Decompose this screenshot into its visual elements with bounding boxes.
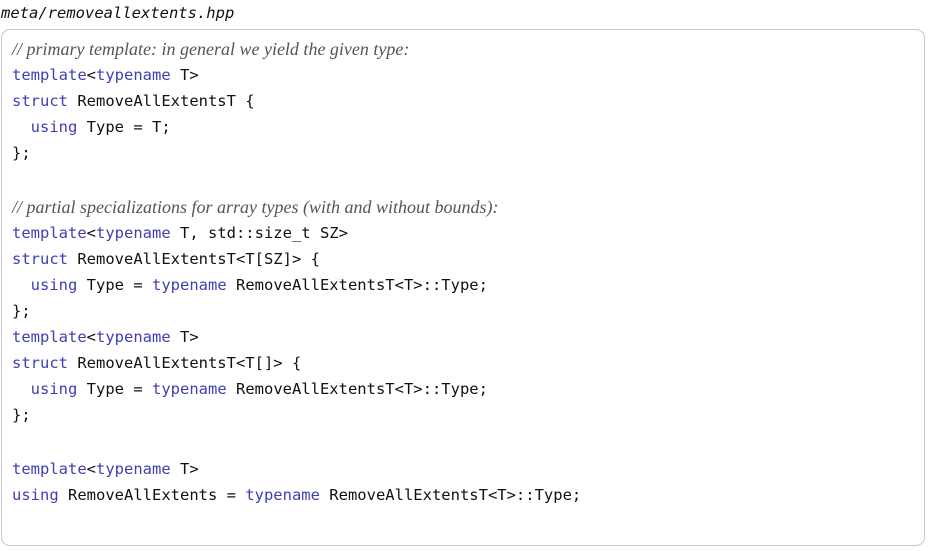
code-text: }; bbox=[12, 144, 31, 162]
code-keyword: template bbox=[12, 460, 87, 478]
code-line: template<typename T> bbox=[12, 456, 924, 482]
code-text: Type = T; bbox=[77, 118, 171, 136]
code-keyword: template bbox=[12, 66, 87, 84]
code-line: template<typename T> bbox=[12, 62, 924, 88]
code-line: struct RemoveAllExtentsT<T[SZ]> { bbox=[12, 246, 924, 272]
code-keyword: using bbox=[30, 118, 78, 136]
code-text: RemoveAllExtentsT { bbox=[68, 92, 255, 110]
code-keyword: template bbox=[12, 224, 87, 242]
code-comment: // partial specializations for array typ… bbox=[12, 197, 499, 217]
code-text: }; bbox=[12, 406, 31, 424]
code-line: }; bbox=[12, 402, 924, 428]
file-name: meta/removeallextents.hpp bbox=[1, 4, 235, 22]
code-text: RemoveAllExtentsT<T[]> { bbox=[68, 354, 302, 372]
code-text: T, std::size_t SZ> bbox=[170, 224, 348, 242]
code-keyword: typename bbox=[96, 460, 171, 478]
code-text: RemoveAllExtentsT<T[SZ]> { bbox=[68, 250, 320, 268]
code-keyword: typename bbox=[245, 486, 320, 504]
code-line: template<typename T> bbox=[12, 324, 924, 350]
code-text: Type = bbox=[77, 380, 152, 398]
code-line: using RemoveAllExtents = typename Remove… bbox=[12, 482, 924, 508]
code-line: struct RemoveAllExtentsT { bbox=[12, 88, 924, 114]
code-keyword: typename bbox=[96, 328, 171, 346]
code-comment: // primary template: in general we yield… bbox=[12, 39, 410, 59]
code-keyword: typename bbox=[152, 276, 227, 294]
code-text: Type = bbox=[77, 276, 152, 294]
code-text: T> bbox=[170, 66, 199, 84]
code-line: using Type = T; bbox=[12, 114, 924, 140]
code-keyword: typename bbox=[96, 66, 171, 84]
code-line: }; bbox=[12, 140, 924, 166]
code-keyword: using bbox=[30, 276, 78, 294]
code-text: RemoveAllExtents = bbox=[58, 486, 246, 504]
code-text: < bbox=[86, 460, 96, 478]
code-text: T> bbox=[170, 460, 199, 478]
code-line: using Type = typename RemoveAllExtentsT<… bbox=[12, 272, 924, 298]
code-keyword: template bbox=[12, 328, 87, 346]
code-line: template<typename T, std::size_t SZ> bbox=[12, 220, 924, 246]
code-keyword: struct bbox=[12, 92, 68, 110]
code-text: T> bbox=[170, 328, 199, 346]
code-keyword: using bbox=[30, 380, 78, 398]
code-text: RemoveAllExtentsT<T>::Type; bbox=[319, 486, 582, 504]
code-line: }; bbox=[12, 298, 924, 324]
code-text: < bbox=[86, 328, 96, 346]
code-keyword: struct bbox=[12, 354, 68, 372]
code-keyword: typename bbox=[96, 224, 171, 242]
code-keyword: using bbox=[12, 486, 59, 504]
code-line: using Type = typename RemoveAllExtentsT<… bbox=[12, 376, 924, 402]
code-keyword: struct bbox=[12, 250, 68, 268]
code-line: struct RemoveAllExtentsT<T[]> { bbox=[12, 350, 924, 376]
code-text: < bbox=[86, 66, 96, 84]
code-text: RemoveAllExtentsT<T>::Type; bbox=[226, 380, 488, 398]
code-text: < bbox=[86, 224, 96, 242]
code-text: RemoveAllExtentsT<T>::Type; bbox=[226, 276, 488, 294]
code-keyword: typename bbox=[152, 380, 227, 398]
code-block: // primary template: in general we yield… bbox=[1, 29, 925, 546]
code-text: }; bbox=[12, 302, 31, 320]
